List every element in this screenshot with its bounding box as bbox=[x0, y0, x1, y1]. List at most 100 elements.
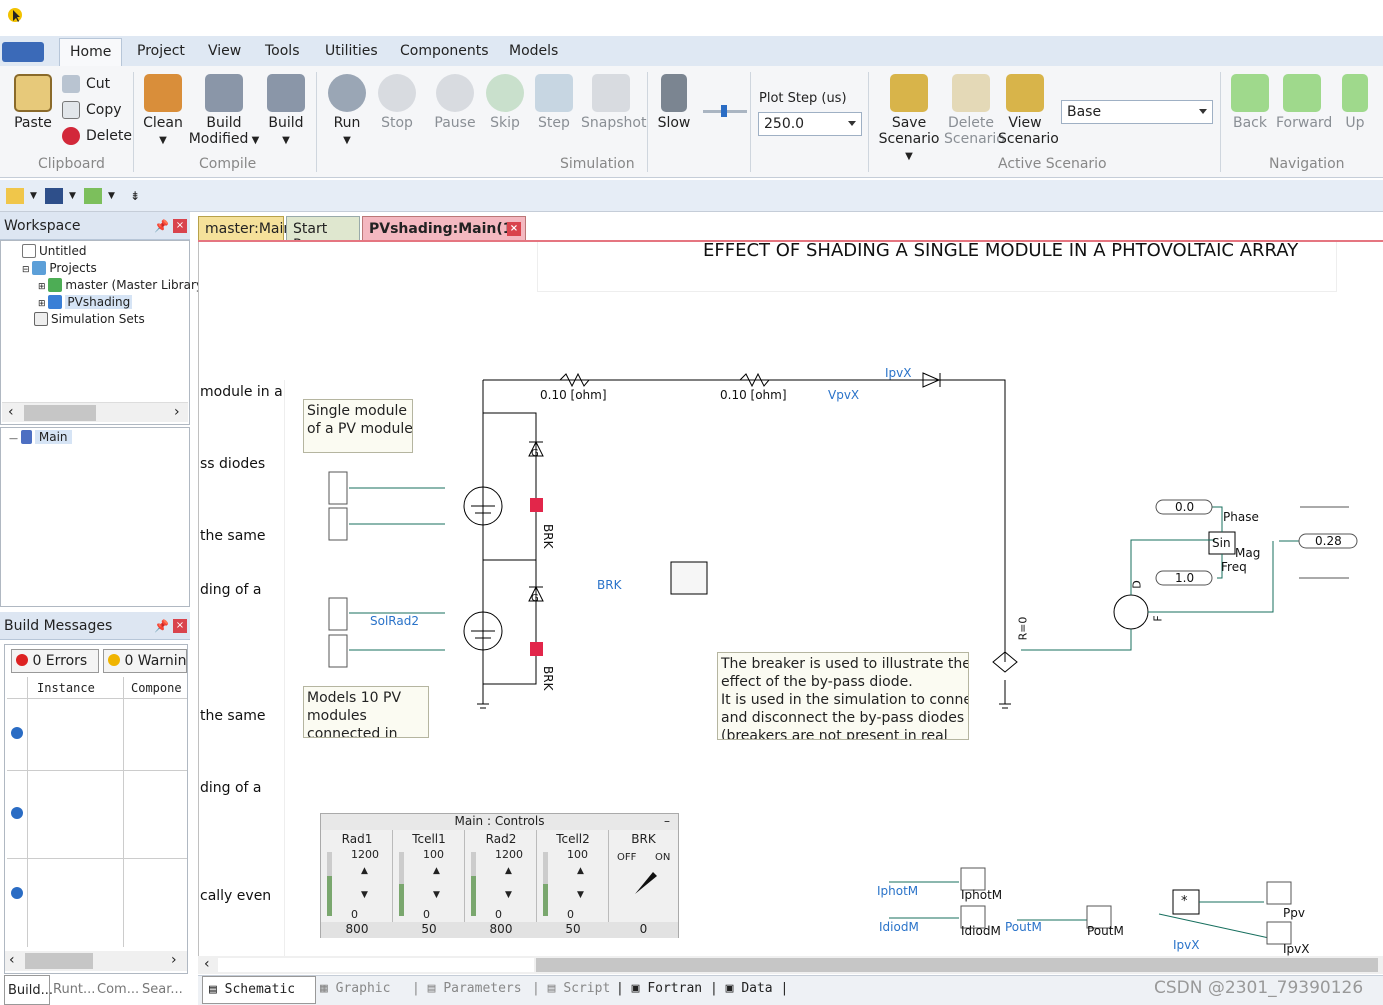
speed-slider-thumb[interactable] bbox=[721, 105, 727, 117]
slider-track[interactable] bbox=[471, 852, 476, 916]
tab-components[interactable]: Components bbox=[400, 43, 489, 59]
close-icon[interactable]: × bbox=[173, 219, 187, 233]
tab-utilities[interactable]: Utilities bbox=[325, 43, 378, 59]
control-rad2[interactable]: Rad2 1200 0 ▲ ▼ 800 bbox=[465, 830, 537, 938]
col-component[interactable]: Compone bbox=[131, 681, 182, 695]
control-tcell2[interactable]: Tcell2 100 0 ▲ ▼ 50 bbox=[537, 830, 609, 938]
doc-tab-start-page[interactable]: Start Page bbox=[286, 216, 360, 253]
scroll-right-icon[interactable]: › bbox=[174, 404, 180, 420]
tab-tools[interactable]: Tools bbox=[265, 43, 300, 59]
control-rad1[interactable]: Rad1 1200 0 ▲ ▼ 800 bbox=[321, 830, 393, 938]
new-icon[interactable] bbox=[6, 188, 24, 204]
build-button[interactable]: Build ▼ bbox=[266, 74, 306, 147]
plot-step-combo[interactable]: 250.0 bbox=[758, 112, 862, 136]
app-menu-button[interactable] bbox=[2, 42, 44, 62]
tab-graphic[interactable]: ▦ Graphic bbox=[320, 981, 390, 996]
tree-item-projects[interactable]: ⊟ Projects bbox=[22, 261, 97, 275]
scroll-left-icon[interactable]: ‹ bbox=[8, 404, 14, 420]
tab-models[interactable]: Models bbox=[509, 43, 558, 59]
chevron-down-icon[interactable]: ▼ bbox=[69, 191, 76, 201]
scrollbar-thumb[interactable] bbox=[24, 405, 96, 421]
col-instance[interactable]: Instance bbox=[37, 681, 95, 695]
run-button[interactable]: Run ▼ bbox=[327, 74, 367, 147]
tab-command[interactable]: Com... bbox=[94, 975, 139, 1005]
delete-scenario-button[interactable]: Delete Scenario bbox=[944, 74, 1005, 147]
build-modified-button[interactable]: Build Modified ▼ bbox=[188, 74, 260, 147]
up-arrow-icon[interactable]: ▲ bbox=[361, 866, 368, 876]
tab-build[interactable]: Build... bbox=[4, 975, 53, 1005]
scroll-left-icon[interactable]: ‹ bbox=[9, 952, 15, 968]
down-arrow-icon[interactable]: ▼ bbox=[577, 890, 584, 900]
tab-project[interactable]: Project bbox=[137, 43, 185, 59]
up-arrow-icon[interactable]: ▲ bbox=[577, 866, 584, 876]
app-icon[interactable] bbox=[6, 6, 24, 26]
warnings-filter-button[interactable]: 0 Warnin bbox=[103, 649, 187, 673]
copy-button[interactable]: Copy bbox=[62, 99, 122, 121]
skip-button[interactable]: Skip bbox=[486, 74, 524, 131]
canvas-hscrollbar[interactable]: ‹ bbox=[198, 956, 1383, 974]
close-icon[interactable]: × bbox=[173, 619, 187, 633]
tree-item-pvshading[interactable]: ⊞ PVshading bbox=[38, 295, 133, 309]
step-button[interactable]: Step bbox=[535, 74, 573, 131]
slow-button[interactable]: Slow bbox=[655, 74, 693, 131]
chevron-down-icon[interactable]: ▼ bbox=[30, 191, 37, 201]
tab-script[interactable]: | ▤ Script bbox=[532, 981, 610, 996]
scenario-combo[interactable]: Base bbox=[1061, 100, 1213, 124]
ribbon-separator bbox=[133, 72, 134, 172]
open-icon[interactable] bbox=[84, 188, 102, 204]
speed-slider[interactable] bbox=[703, 105, 747, 117]
tree-item-simulation-sets[interactable]: Simulation Sets bbox=[34, 312, 145, 326]
tree-item-main[interactable]: — Main bbox=[9, 430, 72, 444]
tab-home[interactable]: Home bbox=[59, 38, 123, 68]
view-scenario-button[interactable]: View Scenario bbox=[998, 74, 1059, 147]
doc-tab-pvshading-main[interactable]: PVshading:Main(1) × bbox=[362, 216, 526, 242]
down-arrow-icon[interactable]: ▼ bbox=[505, 890, 512, 900]
up-button[interactable]: Up bbox=[1336, 74, 1374, 131]
scrollbar-thumb[interactable] bbox=[25, 953, 93, 969]
scrollbar-thumb[interactable] bbox=[536, 958, 1378, 972]
snapshot-button[interactable]: Snapshot bbox=[581, 74, 646, 131]
tree-item-untitled[interactable]: Untitled bbox=[22, 244, 86, 258]
tab-schematic[interactable]: ▤ Schematic bbox=[202, 976, 316, 1004]
up-arrow-icon[interactable]: ▲ bbox=[505, 866, 512, 876]
save-scenario-button[interactable]: Save Scenario ▼ bbox=[874, 74, 944, 163]
scroll-right-icon[interactable]: › bbox=[171, 952, 177, 968]
slider-track[interactable] bbox=[399, 852, 404, 916]
down-arrow-icon[interactable]: ▼ bbox=[361, 890, 368, 900]
pin-icon[interactable]: 📌 bbox=[154, 219, 169, 233]
control-brk[interactable]: BRK OFF ON 0 bbox=[609, 830, 678, 938]
back-button[interactable]: Back bbox=[1230, 74, 1270, 131]
scroll-left-icon[interactable]: ‹ bbox=[204, 956, 210, 972]
cut-button[interactable]: Cut bbox=[62, 73, 110, 95]
switch-knob-icon[interactable] bbox=[631, 868, 661, 898]
tree-item-master[interactable]: ⊞ master (Master Library) bbox=[38, 278, 208, 292]
tab-runtime[interactable]: Runt... bbox=[50, 975, 95, 1005]
chevron-down-icon[interactable]: ▼ bbox=[108, 191, 115, 201]
grid-line bbox=[27, 677, 28, 947]
tab-view[interactable]: View bbox=[208, 43, 241, 59]
up-arrow-icon[interactable]: ▲ bbox=[433, 866, 440, 876]
pause-button[interactable]: Pause bbox=[434, 74, 476, 131]
workspace-hscrollbar[interactable]: ‹ › bbox=[2, 402, 188, 422]
customize-toolbar-icon[interactable]: ⇟ bbox=[130, 189, 140, 203]
clean-button[interactable]: Clean ▼ bbox=[142, 74, 184, 147]
save-icon[interactable] bbox=[45, 188, 63, 204]
messages-hscrollbar[interactable]: ‹ › bbox=[5, 951, 187, 971]
doc-tab-master-main[interactable]: master:Main bbox=[198, 216, 292, 242]
tab-search[interactable]: Sear... bbox=[139, 975, 185, 1005]
pin-icon[interactable]: 📌 bbox=[154, 619, 169, 633]
tab-fortran[interactable]: | ▣ Fortran bbox=[616, 981, 702, 996]
delete-button[interactable]: Delete bbox=[62, 125, 132, 147]
close-icon[interactable]: × bbox=[507, 222, 521, 236]
tab-parameters[interactable]: | ▤ Parameters bbox=[412, 981, 522, 996]
forward-button[interactable]: Forward bbox=[1276, 74, 1332, 131]
paste-button[interactable]: Paste bbox=[10, 74, 56, 131]
minimize-icon[interactable]: – bbox=[664, 814, 670, 828]
errors-filter-button[interactable]: 0 Errors bbox=[11, 649, 99, 673]
control-tcell1[interactable]: Tcell1 100 0 ▲ ▼ 50 bbox=[393, 830, 465, 938]
slider-track[interactable] bbox=[543, 852, 548, 916]
down-arrow-icon[interactable]: ▼ bbox=[433, 890, 440, 900]
tab-data[interactable]: | ▣ Data | bbox=[710, 981, 788, 996]
stop-button[interactable]: Stop bbox=[377, 74, 417, 131]
slider-track[interactable] bbox=[327, 852, 332, 916]
